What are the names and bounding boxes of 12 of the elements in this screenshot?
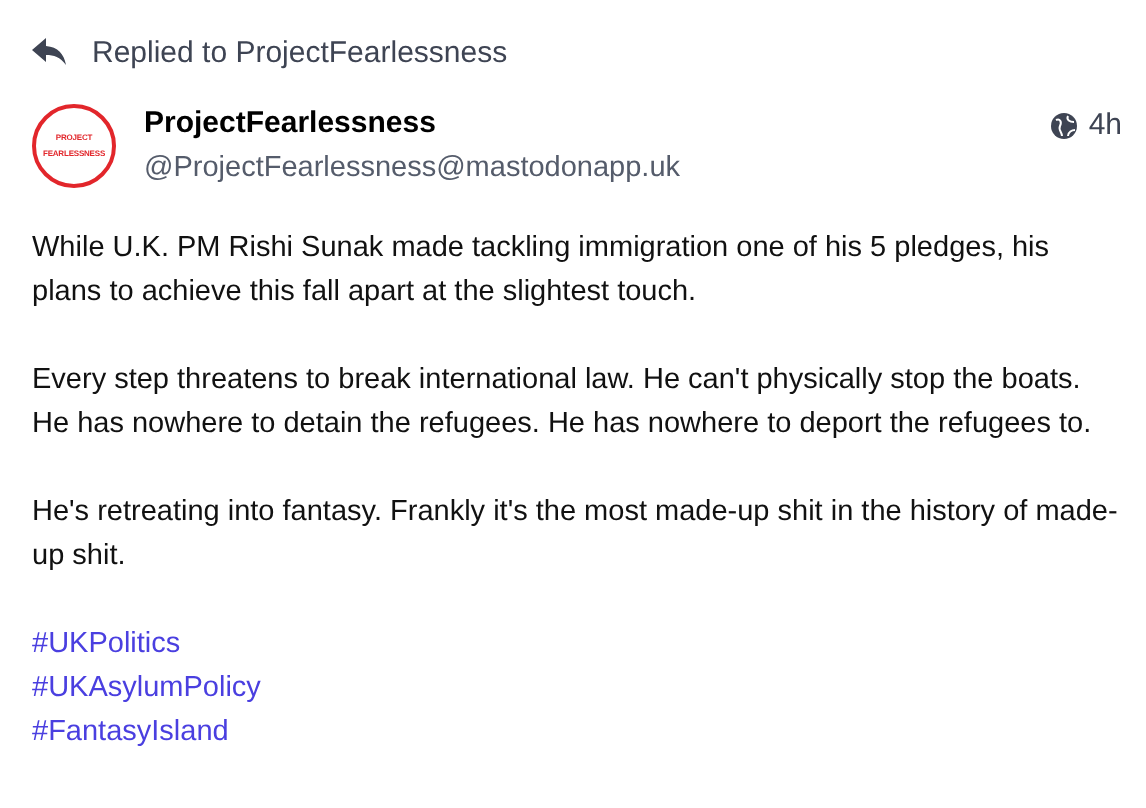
post-paragraph: Every step threatens to break international law. He can't physically stop the boats. He has nowhere to detain the refugees. He has nowhere to deport the refugees to. [32,362,1094,444]
post-paragraph: He's retreating into fantasy. Frankly it's the most made-up shit in the history of made-up shit. [32,494,1120,576]
account-handle[interactable]: @ProjectFearlessness@mastodonapp.uk [144,148,1051,188]
post-paragraph: While U.K. PM Rishi Sunak made tackling immigration one of his 5 pledges, his plans to achieve this fall apart at the slightest touch. [32,230,1052,312]
reply-icon [32,38,68,66]
replied-to-label[interactable]: Replied to ProjectFearlessness [92,35,508,69]
globe-icon [1050,111,1079,139]
display-name[interactable]: ProjectFearlessness [144,104,1051,144]
hashtag-link[interactable]: #UKPolitics [32,622,181,666]
hashtag-link[interactable]: #FantasyIsland [32,710,229,754]
hashtag-link[interactable]: #UKAsylumPolicy [32,666,261,710]
post-time[interactable]: 4h [1088,108,1122,142]
